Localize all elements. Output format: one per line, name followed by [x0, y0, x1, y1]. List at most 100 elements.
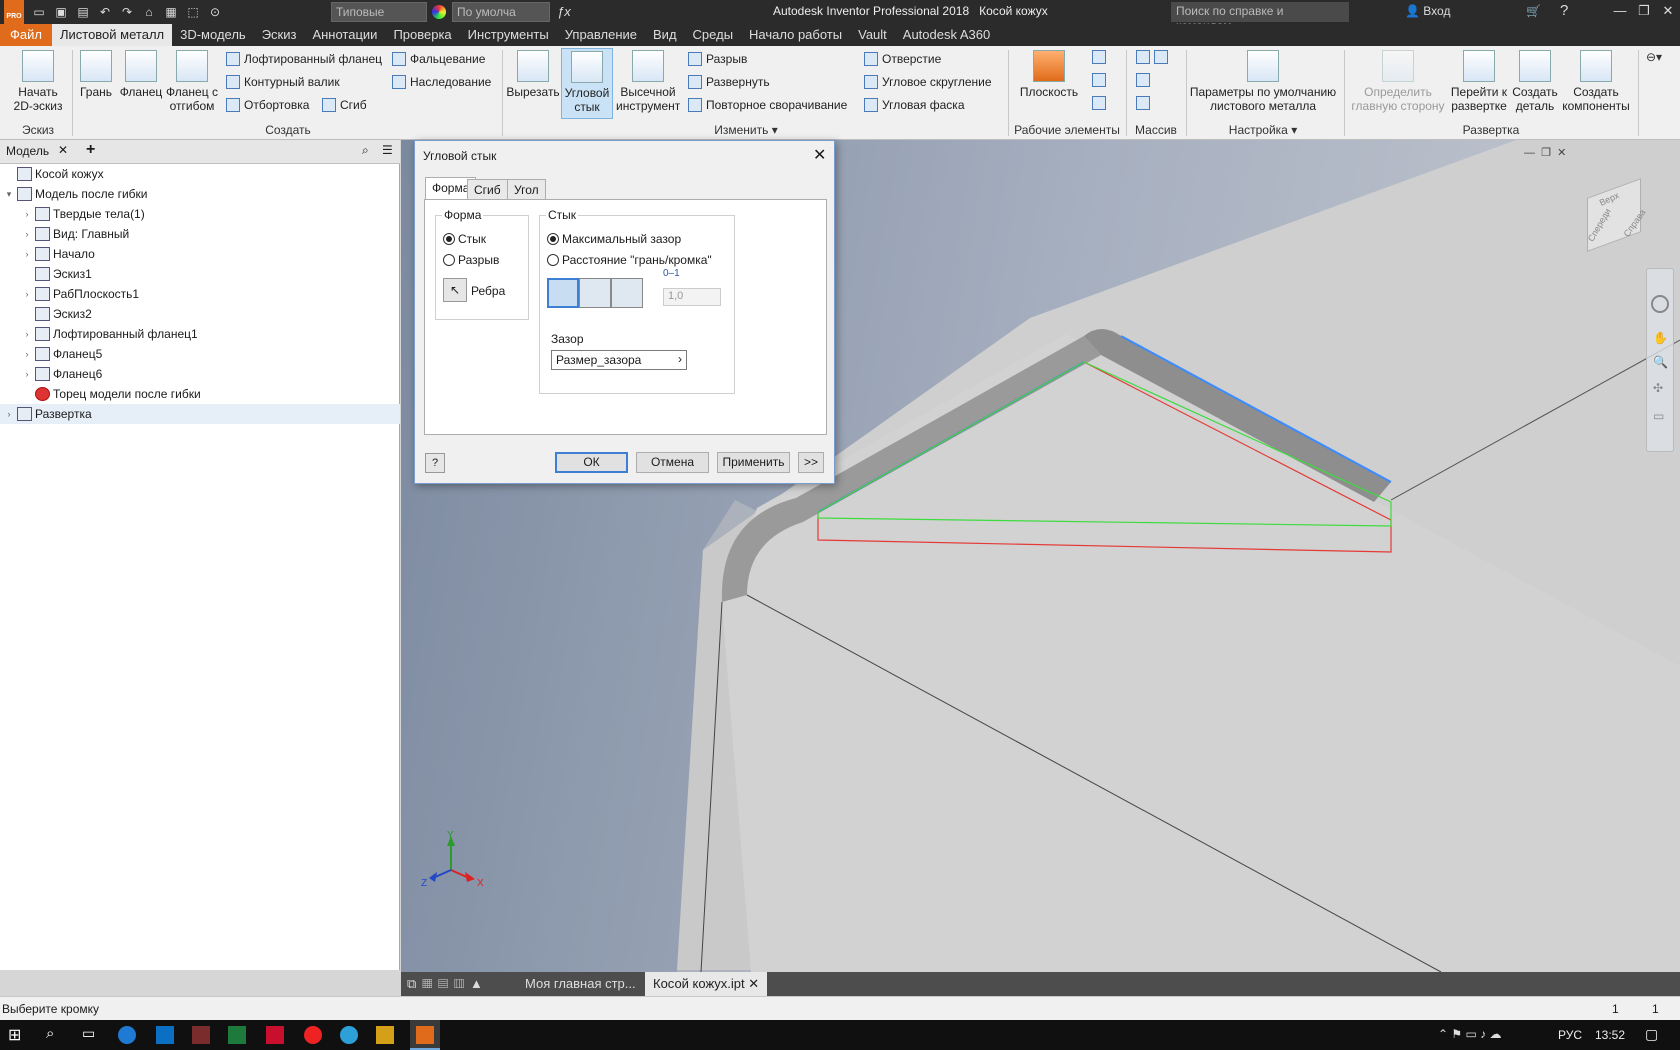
cancel-button[interactable]: Отмена — [636, 452, 709, 473]
inventor-logo[interactable]: PRO — [4, 0, 24, 24]
tab-corner[interactable]: Угол — [507, 179, 546, 199]
viewport-window-controls[interactable]: — ❐ ✕ — [1524, 146, 1566, 159]
help-icon-button[interactable]: ? — [425, 453, 445, 473]
hem-flange-button[interactable]: Фланец с отгибом — [164, 50, 220, 113]
unfold-button[interactable]: Развернуть — [688, 74, 770, 90]
telegram-icon[interactable] — [340, 1026, 358, 1044]
material-combo[interactable]: По умолча — [452, 2, 550, 22]
lofted-flange-button[interactable]: Лофтированный фланец — [226, 51, 382, 67]
group-modify-label[interactable]: Изменить ▾ — [506, 123, 986, 137]
plane-button[interactable]: Плоскость — [1014, 50, 1084, 99]
zoom-icon[interactable]: 🔍 — [1653, 355, 1668, 369]
gap-arrow-icon[interactable]: › — [678, 352, 682, 366]
start-2d-sketch-button[interactable]: Начать 2D-эскиз — [8, 50, 68, 113]
app-icon-2[interactable] — [376, 1026, 394, 1044]
taskbar-search-icon[interactable]: ⌕ — [46, 1025, 54, 1042]
viewcube[interactable]: Верх Спереди Справа — [1581, 178, 1651, 252]
reverse-overlap-button[interactable] — [611, 278, 643, 308]
close-tab-icon[interactable]: ✕ — [58, 143, 68, 157]
group-setup-label[interactable]: Настройка ▾ — [1188, 123, 1338, 137]
save-icon[interactable]: ▤ — [74, 4, 92, 20]
tree-node[interactable]: Эскиз1 — [0, 264, 92, 284]
max-gap-radio[interactable]: Максимальный зазор — [547, 232, 681, 246]
corner-round-button[interactable]: Угловое скругление — [864, 74, 992, 90]
doc-tab-home[interactable]: Моя главная стр... — [517, 972, 644, 996]
appearance-combo[interactable]: Типовые — [331, 2, 427, 22]
tab-3d-model[interactable]: 3D-модель — [172, 24, 254, 46]
overlap-button[interactable] — [579, 278, 611, 308]
ie-icon[interactable] — [118, 1026, 136, 1044]
shape-rip-radio[interactable]: Разрыв — [443, 253, 499, 267]
expand-toggle-icon[interactable]: › — [22, 364, 32, 384]
expand-toggle-icon[interactable]: › — [22, 224, 32, 244]
go-to-flat-pattern-button[interactable]: Перейти к развертке — [1448, 50, 1510, 113]
tab-view[interactable]: Вид — [645, 24, 685, 46]
tree-node[interactable]: › Начало — [0, 244, 95, 264]
rectangular-pattern-button[interactable] — [1136, 50, 1168, 64]
more-button[interactable]: >> — [798, 452, 824, 473]
overlap-ratio-input[interactable]: 1,0 — [663, 288, 721, 306]
contour-roll-button[interactable]: Контурный валик — [226, 74, 340, 90]
tab-manage[interactable]: Управление — [557, 24, 645, 46]
expand-toggle-icon[interactable]: ▾ — [4, 184, 14, 204]
undo-icon[interactable]: ↶ — [96, 4, 114, 20]
tree-node[interactable]: › Фланец6 — [0, 364, 102, 384]
minimize-icon[interactable]: — — [1608, 0, 1632, 22]
tree-node[interactable]: › РабПлоскость1 — [0, 284, 139, 304]
orbit-icon[interactable]: ✣ — [1653, 381, 1663, 395]
gap-input[interactable]: Размер_зазора › — [551, 350, 687, 370]
tab-bend[interactable]: Сгиб — [467, 179, 508, 199]
look-at-icon[interactable]: ▭ — [1653, 409, 1664, 423]
expand-toggle-icon[interactable]: › — [22, 284, 32, 304]
tab-environments[interactable]: Среды — [685, 24, 742, 46]
hem-button[interactable]: Фальцевание — [392, 51, 485, 67]
browser-tab-model[interactable]: Модель — [6, 144, 49, 158]
open-icon[interactable]: ▣ — [52, 4, 70, 20]
tab-inspect[interactable]: Проверка — [385, 24, 459, 46]
tree-node[interactable]: › Развертка — [0, 404, 400, 424]
excel-icon[interactable] — [228, 1026, 246, 1044]
tree-node[interactable]: › Лофтированный фланец1 — [0, 324, 198, 344]
define-a-side-button[interactable]: Определить главную сторону — [1346, 50, 1450, 113]
expand-toggle-icon[interactable]: › — [22, 204, 32, 224]
expand-toggle-icon[interactable]: › — [22, 324, 32, 344]
cart-icon[interactable]: 🛒 — [1526, 4, 1541, 18]
file-menu[interactable]: Файл — [0, 24, 52, 46]
ucs-button[interactable] — [1092, 96, 1106, 110]
tab-a360[interactable]: Autodesk A360 — [895, 24, 998, 46]
no-overlap-button[interactable] — [547, 278, 579, 308]
tree-node[interactable]: › Вид: Главный — [0, 224, 129, 244]
inherit-button[interactable]: Наследование — [392, 74, 491, 90]
face-edge-radio[interactable]: Расстояние "грань/кромка" — [547, 253, 712, 267]
tree-node[interactable]: › Твердые тела(1) — [0, 204, 145, 224]
autocad-icon[interactable] — [266, 1026, 284, 1044]
tab-sheet-metal[interactable]: Листовой металл — [51, 24, 173, 46]
cut-button[interactable]: Вырезать — [506, 50, 560, 99]
tree-node[interactable]: Эскиз2 — [0, 304, 92, 324]
tab-tools[interactable]: Инструменты — [460, 24, 557, 46]
face-button[interactable]: Грань — [76, 50, 116, 99]
expand-toggle-icon[interactable]: › — [4, 404, 14, 424]
expand-toggle-icon[interactable]: › — [22, 344, 32, 364]
new-icon[interactable]: ▭ — [30, 4, 48, 20]
expand-toggle-icon[interactable]: › — [22, 244, 32, 264]
shape-seam-radio[interactable]: Стык — [443, 232, 486, 246]
measure-icon[interactable]: ⊙ — [206, 4, 224, 20]
window-layout-icons[interactable]: ⧉▦▤▥▲ — [407, 976, 489, 992]
menu-icon[interactable]: ☰ — [382, 143, 393, 157]
sign-in-link[interactable]: 👤 Вход — [1405, 4, 1450, 18]
pan-icon[interactable]: ✋ — [1653, 331, 1668, 345]
windows-start-icon[interactable]: ⊞ — [8, 1025, 21, 1045]
tree-node[interactable]: ▾ Модель после гибки — [0, 184, 148, 204]
edges-select-button[interactable]: ↖ — [443, 278, 467, 302]
tab-vault[interactable]: Vault — [850, 24, 895, 46]
bend-button[interactable]: Сгиб — [322, 97, 367, 113]
tab-annotate[interactable]: Аннотации — [304, 24, 385, 46]
refold-button[interactable]: Повторное сворачивание — [688, 97, 847, 113]
app-icon-1[interactable] — [192, 1026, 210, 1044]
corner-seam-button[interactable]: Угловой стык — [561, 48, 613, 119]
outlook-icon[interactable] — [156, 1026, 174, 1044]
language-indicator[interactable]: РУС — [1558, 1028, 1582, 1042]
dialog-close-icon[interactable]: ✕ — [813, 145, 826, 165]
close-icon[interactable]: ✕ — [1656, 0, 1680, 22]
